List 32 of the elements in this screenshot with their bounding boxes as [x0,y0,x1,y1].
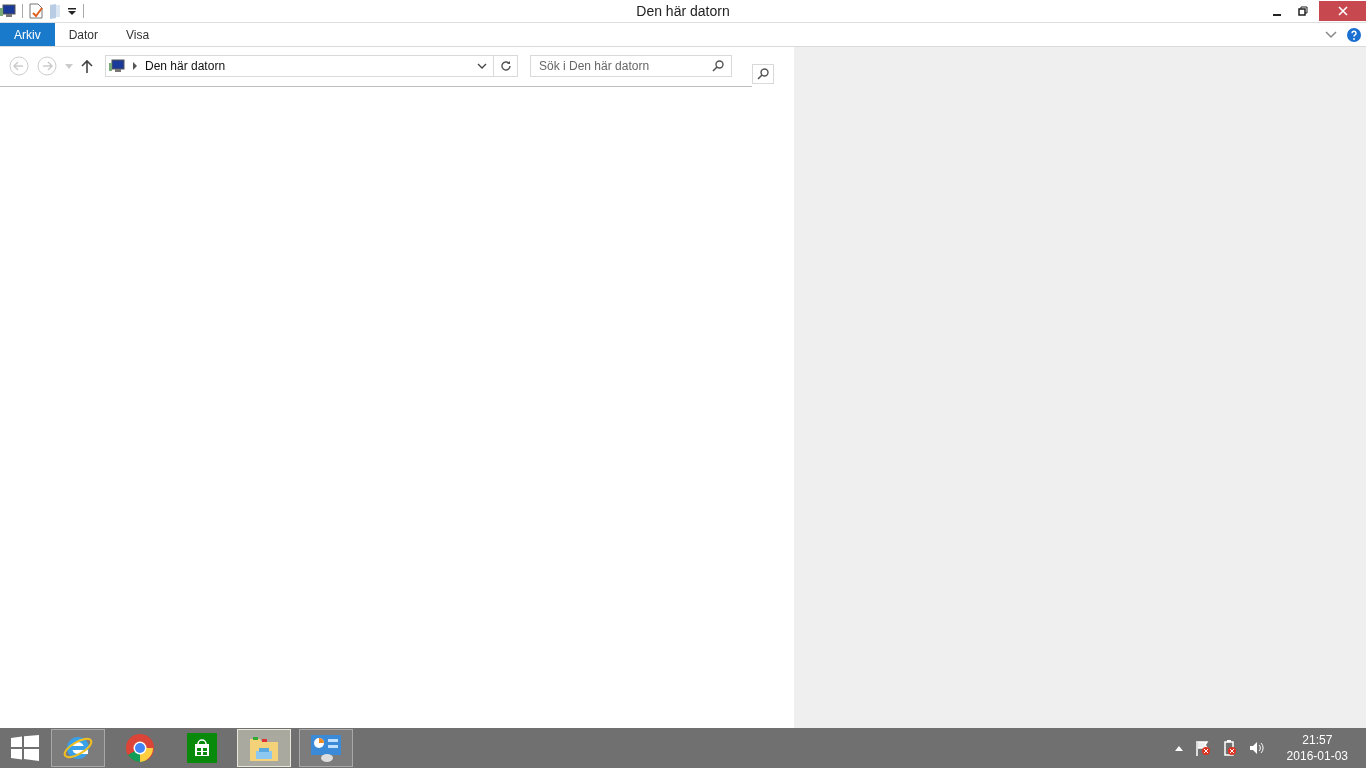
clock-date[interactable]: 2016-01-03 [1286,748,1348,764]
help-icon[interactable] [1347,27,1361,42]
show-hidden-icons-icon[interactable] [1174,745,1183,751]
refresh-icon [499,60,512,72]
address-bar[interactable]: Den här datorn [105,55,494,77]
search-icon[interactable] [712,60,724,72]
ribbon-tab[interactable]: Visa [112,23,164,46]
taskbar-button[interactable] [299,729,353,767]
speaker-icon[interactable] [1248,741,1265,755]
window-title: Den här datorn [635,3,731,19]
chevron-down-icon[interactable] [1325,30,1337,39]
control-panel-icon [310,733,342,763]
taskbar-button[interactable] [51,729,105,767]
close-icon [1337,6,1348,16]
search-icon [757,68,769,80]
minimize-icon [1273,13,1281,16]
shopping-bag-icon [187,733,217,763]
ribbon-tab[interactable]: Arkiv [0,23,55,46]
refresh-button[interactable] [494,55,518,77]
flag-error-icon[interactable] [1194,740,1211,756]
ribbon-tab[interactable]: Dator [54,23,112,46]
battery-error-icon[interactable] [1222,740,1237,756]
search-button[interactable] [752,64,774,84]
clock-time[interactable]: 21:57 [1302,732,1333,748]
windows-logo-icon[interactable] [11,735,39,761]
properties-icon[interactable] [29,3,43,19]
restore-icon [1298,6,1308,16]
browser-circle-icon [125,733,155,763]
up-arrow-icon[interactable] [81,59,93,73]
dropdown-icon[interactable] [67,6,77,16]
computer-icon[interactable] [0,4,16,18]
search-field[interactable]: Sök i Den här datorn [530,55,732,77]
